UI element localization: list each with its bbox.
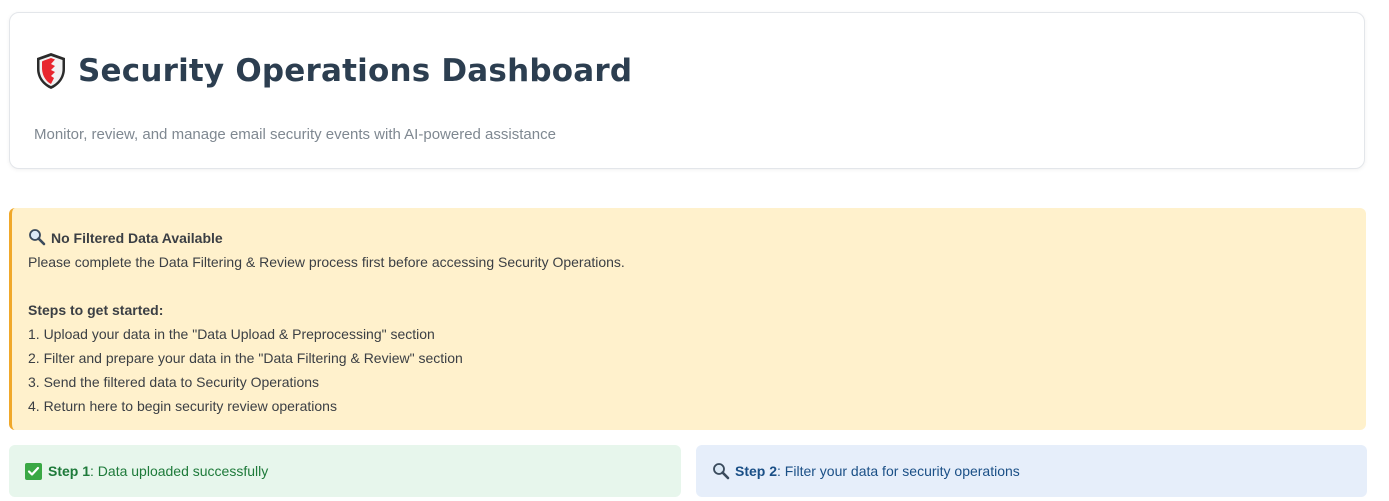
warning-message: Please complete the Data Filtering & Rev… <box>28 254 625 270</box>
step2-text: : Filter your data for security operatio… <box>777 463 1020 479</box>
step1-label: Step 1 <box>48 463 91 479</box>
step-item: 3. Send the filtered data to Security Op… <box>28 374 320 390</box>
warning-title: No Filtered Data Available <box>51 230 223 246</box>
steps-heading: Steps to get started: <box>28 302 164 318</box>
page-title: Security Operations Dashboard <box>78 53 633 89</box>
dashboard-header-card: Security Operations Dashboard Monitor, r… <box>9 12 1365 169</box>
step1-status-card: Step 1: Data uploaded successfully <box>9 445 681 497</box>
step-item: 4. Return here to begin security review … <box>28 398 337 414</box>
no-data-warning: No Filtered Data Available Please comple… <box>9 208 1366 430</box>
step2-status-card: Step 2: Filter your data for security op… <box>696 445 1367 497</box>
step2-label: Step 2 <box>735 463 778 479</box>
page-subtitle: Monitor, review, and manage email securi… <box>34 126 556 143</box>
shield-icon <box>34 51 68 91</box>
step-item: 1. Upload your data in the "Data Upload … <box>28 326 435 342</box>
step-item: 2. Filter and prepare your data in the "… <box>28 350 463 366</box>
title-row: Security Operations Dashboard <box>34 49 632 93</box>
magnifier-icon <box>712 462 730 480</box>
checkmark-icon <box>25 462 42 480</box>
magnifier-icon <box>28 228 46 246</box>
step1-text: : Data uploaded successfully <box>90 463 269 479</box>
warning-title-row: No Filtered Data Available <box>28 226 1350 250</box>
